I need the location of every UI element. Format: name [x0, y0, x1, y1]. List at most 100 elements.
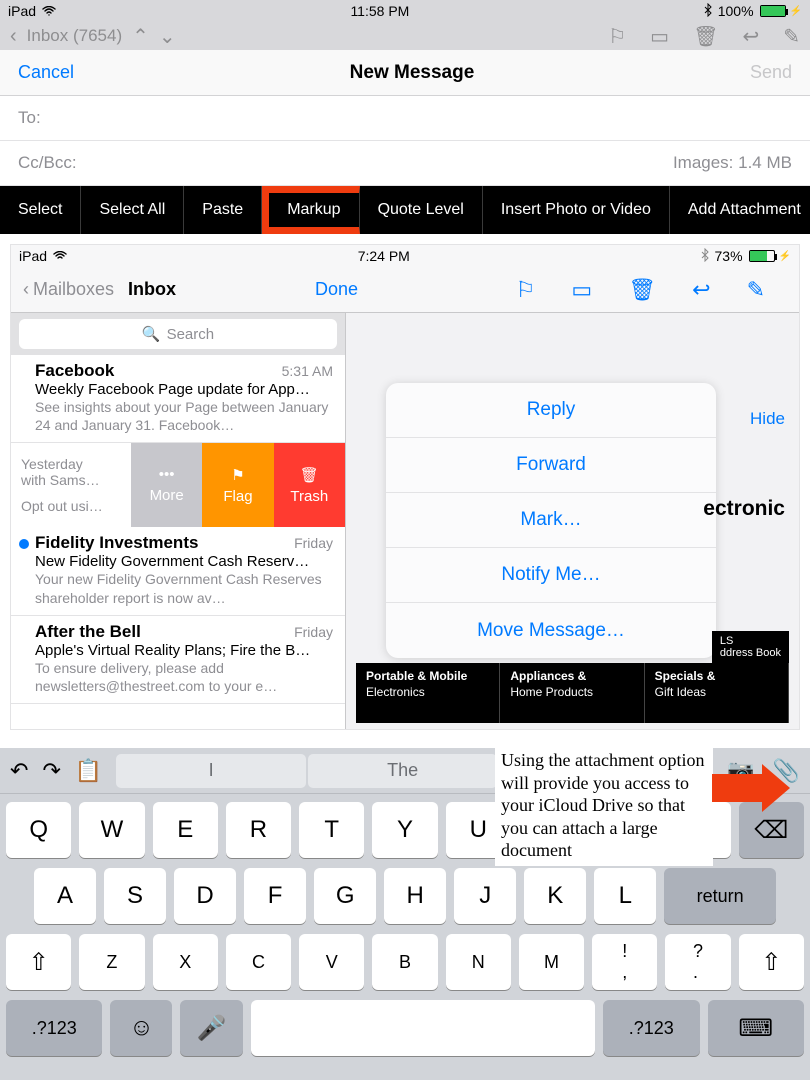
wifi-icon	[53, 248, 67, 264]
flag-icon: ⚑	[231, 466, 244, 484]
key-numbers[interactable]: .?123	[603, 1000, 699, 1056]
compose-icon[interactable]: ✎	[747, 277, 765, 303]
trash-icon: 🗑	[300, 466, 319, 484]
chevron-left-icon: ‹	[10, 25, 17, 48]
swipe-flag[interactable]: ⚑Flag	[202, 443, 273, 527]
key-g[interactable]: G	[314, 868, 376, 924]
key-char[interactable]: B	[372, 934, 437, 990]
key-e[interactable]: E	[153, 802, 218, 858]
mail-toolbar: ‹Mailboxes Inbox Done ⚐ ▭ 🗑 ↩ ✎	[11, 267, 799, 313]
list-item[interactable]: Fidelity InvestmentsFriday New Fidelity …	[11, 527, 345, 615]
action-sheet: Reply Forward Mark… Notify Me… Move Mess…	[386, 383, 716, 658]
key-dictation[interactable]: 🎤	[180, 1000, 242, 1056]
redo-icon[interactable]: ↷	[42, 758, 60, 784]
corner-card: LSddress Book	[712, 631, 789, 663]
key-char[interactable]: M	[519, 934, 584, 990]
suggestion[interactable]: The	[308, 754, 498, 788]
key-char[interactable]: V	[299, 934, 364, 990]
key-char[interactable]: X	[153, 934, 218, 990]
ctx-select[interactable]: Select	[0, 186, 81, 234]
category-strip: Portable & MobileElectronics Appliances …	[356, 663, 789, 723]
sheet-title: New Message	[350, 62, 475, 84]
key-hide-keyboard[interactable]: ⌨	[708, 1000, 804, 1056]
action-move[interactable]: Move Message…	[386, 603, 716, 658]
clock: 11:58 PM	[350, 3, 409, 19]
battery-icon: ⚡	[749, 250, 791, 262]
cancel-button[interactable]: Cancel	[18, 62, 74, 83]
bluetooth-icon	[701, 248, 709, 265]
device-label: iPad	[8, 3, 36, 19]
hide-button[interactable]: Hide	[750, 409, 785, 429]
ctx-paste[interactable]: Paste	[184, 186, 262, 234]
key-numbers[interactable]: .?123	[6, 1000, 102, 1056]
bluetooth-icon	[704, 3, 712, 20]
key-char[interactable]: N	[446, 934, 511, 990]
ccbcc-row[interactable]: Cc/Bcc: Images: 1.4 MB	[0, 141, 810, 186]
trash-icon[interactable]: 🗑	[628, 277, 656, 303]
key-a[interactable]: A	[34, 868, 96, 924]
clock-inner: 7:24 PM	[358, 248, 410, 264]
suggestion[interactable]: I	[116, 754, 306, 788]
annotation-arrow-icon	[712, 774, 772, 802]
key-emoji[interactable]: ☺	[110, 1000, 172, 1056]
message-list: 🔍Search Facebook5:31 AM Weekly Facebook …	[11, 313, 346, 729]
key-k[interactable]: K	[524, 868, 586, 924]
images-size: Images: 1.4 MB	[673, 153, 792, 173]
flag-icon[interactable]: ⚐	[516, 277, 536, 303]
key-r[interactable]: R	[226, 802, 291, 858]
key-shift[interactable]: ⇧	[6, 934, 71, 990]
search-bar[interactable]: 🔍Search	[11, 313, 345, 355]
key-y[interactable]: Y	[372, 802, 437, 858]
action-reply[interactable]: Reply	[386, 383, 716, 438]
clipboard-icon[interactable]: 📋	[75, 758, 102, 784]
key-w[interactable]: W	[79, 802, 144, 858]
mailboxes-back[interactable]: ‹Mailboxes	[23, 279, 114, 300]
battery-pct: 100%	[718, 3, 754, 19]
ctx-insert-photo[interactable]: Insert Photo or Video	[483, 186, 670, 234]
action-notify[interactable]: Notify Me…	[386, 548, 716, 603]
key-char[interactable]: Z	[79, 934, 144, 990]
embedded-screenshot: iPad 7:24 PM 73% ⚡ ‹Mailboxes Inbox Done…	[10, 244, 800, 730]
key-space[interactable]	[251, 1000, 596, 1056]
to-row[interactable]: To:	[0, 96, 810, 141]
ctx-quote-level[interactable]: Quote Level	[360, 186, 483, 234]
key-char[interactable]: ? .	[665, 934, 730, 990]
reply-icon[interactable]: ↩	[692, 277, 710, 303]
key-shift[interactable]: ⇧	[739, 934, 804, 990]
list-item[interactable]: Facebook5:31 AM Weekly Facebook Page upd…	[11, 355, 345, 443]
send-button[interactable]: Send	[750, 62, 792, 83]
key-q[interactable]: Q	[6, 802, 71, 858]
list-item[interactable]: After the BellFriday Apple's Virtual Rea…	[11, 616, 345, 704]
key-return[interactable]: return	[664, 868, 776, 924]
done-button[interactable]: Done	[315, 279, 358, 300]
undo-icon[interactable]: ↶	[10, 758, 28, 784]
reply-icon: ↩	[742, 24, 759, 49]
chevron-left-icon: ‹	[23, 279, 29, 300]
key-h[interactable]: H	[384, 868, 446, 924]
key-l[interactable]: L	[594, 868, 656, 924]
key-j[interactable]: J	[454, 868, 516, 924]
folder-icon[interactable]: ▭	[571, 277, 592, 303]
sheet-header: Cancel New Message Send	[0, 50, 810, 96]
key-t[interactable]: T	[299, 802, 364, 858]
battery-pct-inner: 73%	[715, 248, 743, 264]
ctx-add-attachment[interactable]: Add Attachment	[670, 186, 810, 234]
ctx-markup[interactable]: Markup	[262, 186, 359, 234]
key-s[interactable]: S	[104, 868, 166, 924]
key-char[interactable]: C	[226, 934, 291, 990]
action-forward[interactable]: Forward	[386, 438, 716, 493]
context-menu: Select Select All Paste Markup Quote Lev…	[0, 186, 810, 234]
key-d[interactable]: D	[174, 868, 236, 924]
ccbcc-label: Cc/Bcc:	[18, 153, 77, 173]
action-mark[interactable]: Mark…	[386, 493, 716, 548]
inbox-title: Inbox	[128, 279, 176, 300]
search-placeholder: Search	[167, 326, 215, 343]
status-bar-outer: iPad 11:58 PM 100% ⚡	[0, 0, 810, 22]
swipe-more[interactable]: •••More	[131, 443, 202, 527]
key-f[interactable]: F	[244, 868, 306, 924]
ctx-select-all[interactable]: Select All	[81, 186, 184, 234]
trash-icon: 🗑	[693, 24, 718, 49]
subject-fragment: ectronic	[703, 497, 785, 521]
key-char[interactable]: ! ,	[592, 934, 657, 990]
swipe-trash[interactable]: 🗑Trash	[274, 443, 345, 527]
